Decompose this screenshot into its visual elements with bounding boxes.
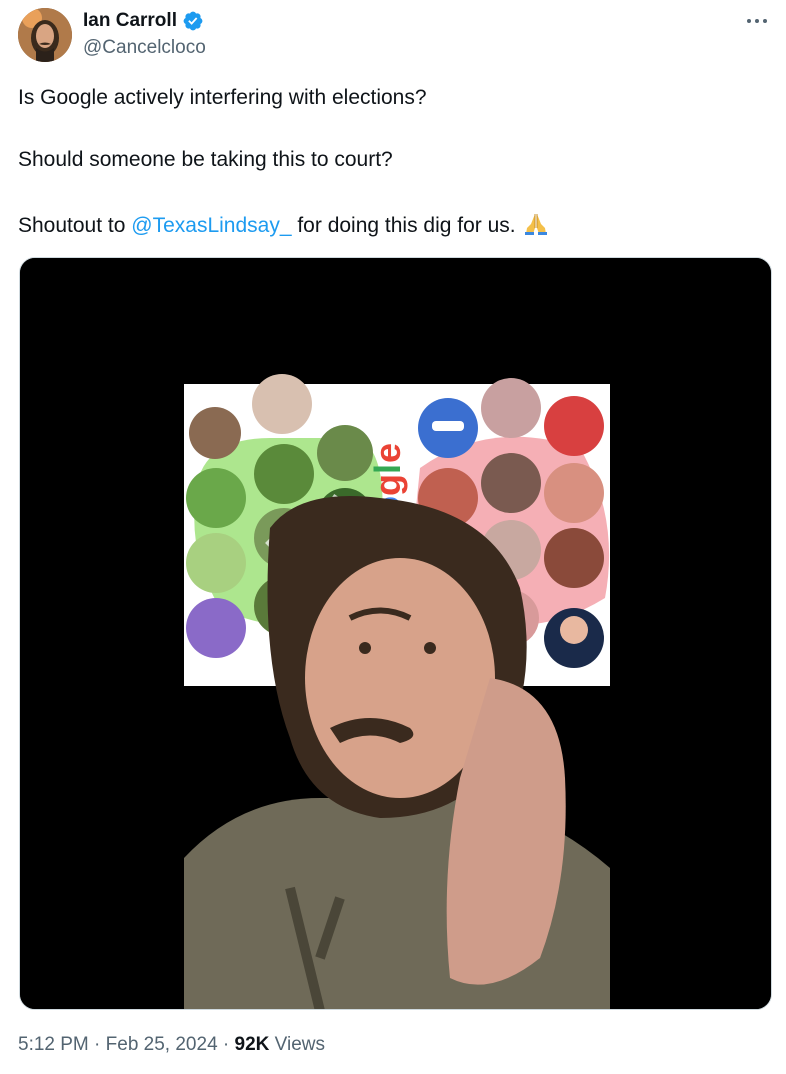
video-frame: o g l e [20, 258, 771, 1009]
ellipsis-icon [747, 19, 767, 23]
avatar-portrait [18, 8, 72, 62]
author-avatar[interactable] [18, 8, 72, 62]
views-count[interactable]: 92K [235, 1034, 270, 1055]
tweet-text-line: Shoutout to @TexasLindsay_ for doing thi… [18, 212, 551, 238]
author-handle[interactable]: @Cancelcloco [83, 37, 206, 59]
tweet-meta: 5:12 PM · Feb 25, 2024 · 92K Views [18, 1034, 325, 1056]
tweet-time[interactable]: 5:12 PM [18, 1034, 89, 1055]
video-media[interactable]: o g l e [19, 257, 772, 1010]
mention-link[interactable]: @TexasLindsay_ [131, 214, 291, 237]
verified-badge-icon [183, 11, 203, 31]
views-label[interactable]: Views [269, 1034, 325, 1055]
tweet-text-segment: for doing this dig for us. [291, 214, 516, 237]
svg-text:e: e [367, 443, 408, 463]
tweet-date[interactable]: Feb 25, 2024 [106, 1034, 218, 1055]
meta-separator: · [217, 1034, 235, 1055]
meta-separator: · [88, 1034, 106, 1055]
author-name-text[interactable]: Ian Carroll [83, 10, 177, 32]
author-name[interactable]: Ian Carroll [83, 10, 204, 32]
svg-text:g: g [367, 474, 408, 496]
more-options-button[interactable] [744, 8, 770, 34]
tweet-text-line: Should someone be taking this to court? [18, 148, 393, 171]
tweet: Ian Carroll @Cancelcloco Is Google activ… [0, 0, 786, 1074]
svg-text:l: l [367, 464, 408, 474]
tweet-text-line: Is Google actively interfering with elec… [18, 86, 427, 109]
folded-hands-emoji-icon [525, 214, 548, 235]
tweet-text-segment: Shoutout to [18, 214, 132, 237]
